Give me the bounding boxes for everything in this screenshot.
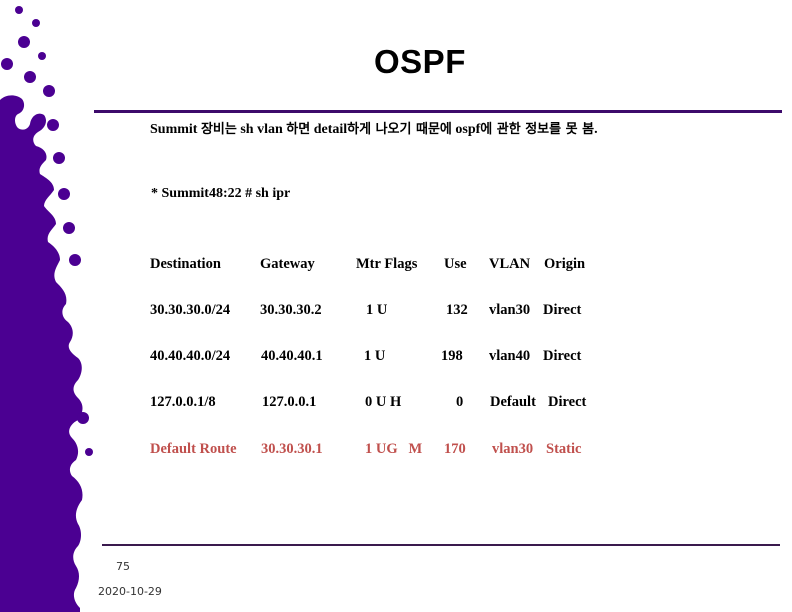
intro-segment: detail [310,122,348,137]
dot [32,19,40,27]
dot [77,412,89,424]
slide-date: 2020-10-29 [98,585,162,598]
header-origin: Origin [544,256,586,272]
cell-gateway: 30.30.30.2 [260,302,322,318]
cell-vlan: vlan30 [492,441,534,457]
intro-segment: sh vlan [236,122,287,137]
cell-destination: 127.0.0.1/8 [150,394,216,410]
decorative-left-blob [0,6,93,612]
cell-use: 170 [444,441,466,457]
intro-segment: 하면 [286,122,311,137]
dot [47,119,59,131]
intro-segment: 에 관한 정보를 못 봄 [480,122,595,137]
cell-flags: 1 U [364,348,386,364]
cell-origin: Direct [543,348,582,364]
slide-title: OSPF [374,43,466,80]
cell-flags: 0 U H [365,394,402,410]
cell-destination: Default Route [150,441,237,457]
cell-destination: 40.40.40.0/24 [150,348,231,364]
cell-vlan: vlan30 [489,302,531,318]
dot [53,152,65,164]
cell-gateway: 30.30.30.1 [261,441,323,457]
dot [1,58,13,70]
cell-origin: Direct [543,302,582,318]
dot [58,188,70,200]
cell-gateway: 40.40.40.1 [261,348,323,364]
cell-destination: 30.30.30.0/24 [150,302,231,318]
intro-segment: . [594,122,598,137]
header-destination: Destination [150,256,221,272]
cell-use: 132 [446,302,468,318]
page-number: 75 [116,560,130,573]
title-divider [94,110,782,113]
cell-flags: 1 UG M [365,441,423,457]
cell-gateway: 127.0.0.1 [262,394,317,410]
dot [69,254,81,266]
header-gateway: Gateway [260,256,315,272]
intro-segment: ospf [451,122,481,137]
cell-flags: 1 U [366,302,388,318]
cell-use: 0 [456,394,464,410]
dot [15,6,23,14]
cli-command: * Summit48:22 # sh ipr [151,186,291,201]
intro-segment: 장비는 [200,122,237,137]
intro-segment: 하게 나오기 때문에 [347,122,452,137]
footer-divider [102,544,780,546]
dot [85,448,93,456]
cell-vlan: Default [490,394,536,410]
dot [18,36,30,48]
intro-segment: Summit [150,122,201,137]
header-mtr-flags: Mtr Flags [356,256,418,272]
cell-vlan: vlan40 [489,348,531,364]
dot [24,71,36,83]
cell-use: 198 [441,348,463,364]
cell-origin: Direct [548,394,587,410]
dot [63,222,75,234]
blob-shape [0,95,83,612]
intro-text: Summit 장비는 sh vlan 하면 detail하게 나오기 때문에 o… [150,118,598,138]
dot [38,52,46,60]
header-vlan: VLAN [489,256,531,272]
header-use: Use [444,256,467,272]
dot [43,85,55,97]
cell-origin: Static [546,441,582,457]
